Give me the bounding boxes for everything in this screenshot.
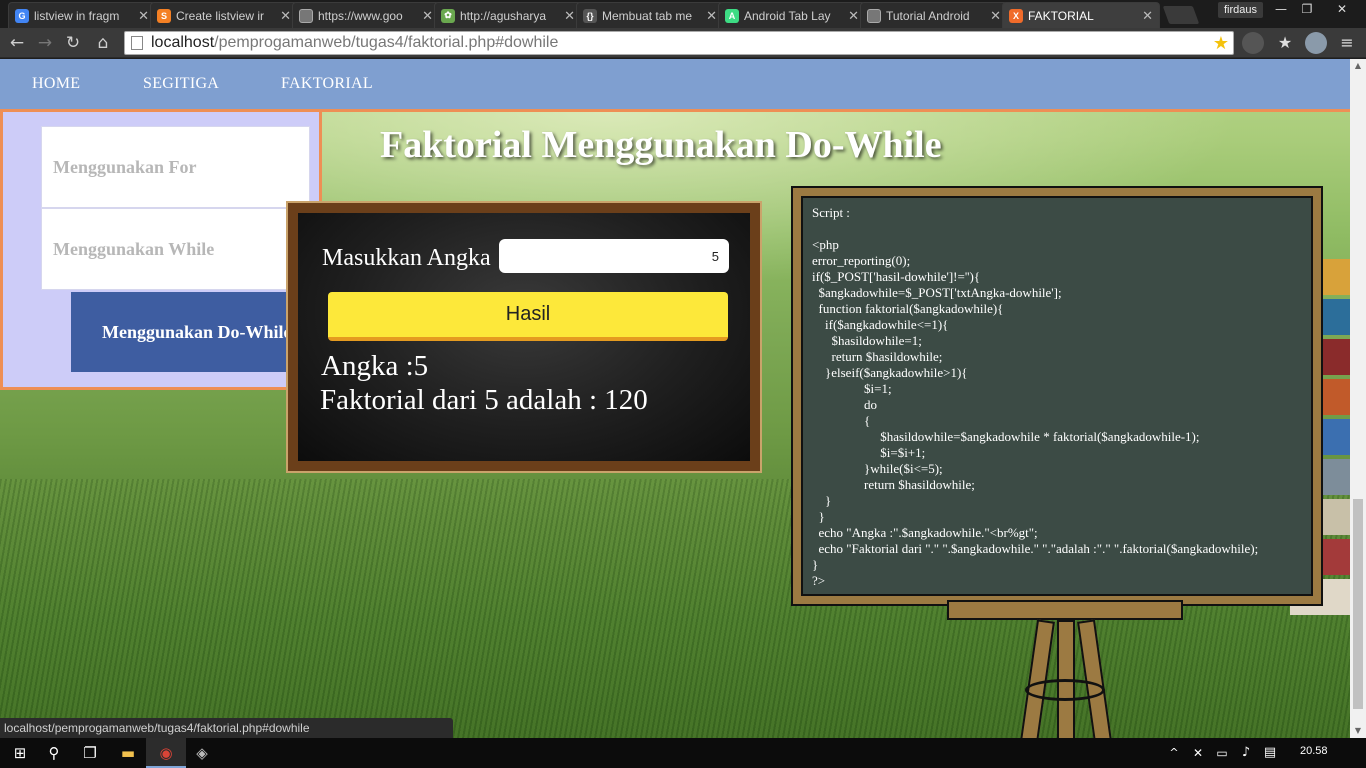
close-tab-icon[interactable]: ✕ — [138, 8, 149, 24]
page-viewport: HOME SEGITIGA FAKTORIAL Menggunakan For … — [0, 59, 1350, 738]
close-tab-icon[interactable]: ✕ — [1142, 8, 1153, 24]
new-tab-button[interactable] — [1162, 6, 1200, 24]
network-icon[interactable]: ✕ — [1186, 742, 1210, 764]
source-code: Script : <php error_reporting(0); if($_P… — [812, 205, 1259, 588]
browser-tab[interactable]: ✿ http://agusharya ✕ — [434, 2, 582, 28]
close-tab-icon[interactable]: ✕ — [848, 8, 859, 24]
browser-tab[interactable]: https://www.goo ✕ — [292, 2, 440, 28]
nav-faktorial[interactable]: FAKTORIAL — [281, 75, 373, 93]
easel-ledge — [947, 600, 1183, 620]
hasil-button[interactable]: Hasil — [328, 292, 728, 341]
task-view-icon[interactable]: ❐ — [78, 742, 102, 764]
close-tab-icon[interactable]: ✕ — [422, 8, 433, 24]
profile-name[interactable]: firdaus — [1218, 2, 1264, 18]
forward-icon[interactable]: → — [34, 32, 56, 54]
nav-segitiga[interactable]: SEGITIGA — [143, 75, 219, 93]
menu-item-dowhile[interactable]: Menggunakan Do-While — [71, 292, 309, 372]
url-path: /pemprogamanweb/tugas4/faktorial.php#dow… — [214, 34, 559, 51]
number-input[interactable] — [499, 239, 729, 273]
menu-item-label: Menggunakan Do-While — [102, 321, 292, 342]
minimize-icon[interactable]: — — [1268, 0, 1294, 20]
top-navbar: HOME SEGITIGA FAKTORIAL — [0, 59, 1350, 112]
windows-taskbar: ⊞ ⚲ ❐ ▬ ◉ ◈ ^ ✕ ▭ ♪ ▤ 20.58 — [0, 738, 1366, 768]
nav-home[interactable]: HOME — [32, 75, 80, 93]
link-status-bar: localhost/pemprogamanweb/tugas4/faktoria… — [0, 718, 453, 738]
result-faktorial: Faktorial dari 5 adalah : 120 — [320, 384, 648, 416]
browser-tab-strip: G listview in fragm ✕ S Create listview … — [0, 0, 1366, 28]
tab-title: https://www.goo — [318, 8, 403, 23]
result-angka: Angka :5 — [321, 350, 429, 382]
menu-item-while[interactable]: Menggunakan While — [41, 208, 310, 290]
stackoverflow-icon: S — [157, 8, 171, 23]
extension-icon[interactable] — [1242, 32, 1264, 54]
browser-tab[interactable]: {} Membuat tab me ✕ — [576, 2, 724, 28]
input-label: Masukkan Angka — [322, 245, 491, 271]
menu-item-label: Menggunakan While — [53, 238, 215, 259]
browser-tab[interactable]: S Create listview ir ✕ — [150, 2, 298, 28]
menu-icon[interactable]: ≡ — [1336, 32, 1358, 54]
page-title: Faktorial Menggunakan Do-While — [380, 124, 942, 166]
browser-tab[interactable]: G listview in fragm ✕ — [8, 2, 156, 28]
scroll-thumb[interactable] — [1353, 499, 1363, 709]
menu-item-label: Menggunakan For — [53, 156, 197, 177]
menu-item-for[interactable]: Menggunakan For — [41, 126, 310, 208]
notification-icon[interactable]: ▤ — [1258, 742, 1282, 764]
browser-toolbar: ← → ↻ ⌂ localhost/pemprogamanweb/tugas4/… — [0, 28, 1366, 58]
page-icon — [131, 36, 143, 50]
back-icon[interactable]: ← — [6, 32, 28, 54]
tab-title: Membuat tab me — [602, 8, 693, 23]
home-icon[interactable]: ⌂ — [92, 32, 114, 54]
google-icon: G — [15, 8, 29, 23]
restore-icon[interactable]: ❐ — [1294, 0, 1320, 20]
tab-title: Create listview ir — [176, 8, 265, 23]
reload-icon[interactable]: ↻ — [62, 32, 84, 54]
close-tab-icon[interactable]: ✕ — [280, 8, 291, 24]
gear-icon: ✿ — [441, 8, 455, 23]
tab-title: Tutorial Android — [886, 8, 970, 23]
tab-title: Android Tab Lay — [744, 8, 831, 23]
bookmark-star-icon[interactable]: ★ — [1213, 32, 1229, 54]
clock[interactable]: 20.58 — [1300, 745, 1328, 757]
chevron-up-icon[interactable]: ^ — [1162, 742, 1186, 764]
easel-ring — [1025, 679, 1105, 701]
windows-start-icon[interactable]: ⊞ — [8, 742, 32, 764]
tab-title: http://agusharya — [460, 8, 547, 23]
page-icon — [299, 8, 313, 23]
page-scrollbar[interactable]: ▲ ▼ — [1350, 59, 1366, 738]
side-menu: Menggunakan For Menggunakan While Menggu… — [0, 112, 322, 390]
page-icon — [867, 8, 881, 23]
android-icon: A — [725, 8, 739, 23]
search-icon[interactable]: ⚲ — [42, 742, 66, 764]
file-explorer-icon[interactable]: ▬ — [116, 742, 140, 764]
browser-tab-active[interactable]: X FAKTORIAL ✕ — [1002, 2, 1160, 28]
scroll-down-icon[interactable]: ▼ — [1350, 724, 1366, 738]
app-icon[interactable]: ◈ — [190, 742, 214, 764]
volume-icon[interactable]: ♪ — [1234, 742, 1258, 764]
close-tab-icon[interactable]: ✕ — [564, 8, 575, 24]
scroll-up-icon[interactable]: ▲ — [1350, 59, 1366, 73]
battery-icon[interactable]: ▭ — [1210, 742, 1234, 764]
close-window-icon[interactable]: ✕ — [1322, 0, 1362, 20]
browser-tab[interactable]: Tutorial Android ✕ — [860, 2, 1008, 28]
blog-icon: {} — [583, 8, 597, 23]
star-extension-icon[interactable]: ★ — [1274, 32, 1296, 54]
tab-title: listview in fragm — [34, 8, 120, 23]
browser-tab[interactable]: A Android Tab Lay ✕ — [718, 2, 866, 28]
url-host: localhost — [151, 34, 215, 51]
close-tab-icon[interactable]: ✕ — [990, 8, 1001, 24]
tab-title: FAKTORIAL — [1028, 8, 1094, 23]
close-tab-icon[interactable]: ✕ — [706, 8, 717, 24]
globe-extension-icon[interactable] — [1305, 32, 1327, 54]
xampp-icon: X — [1009, 8, 1023, 23]
address-bar[interactable]: localhost/pemprogamanweb/tugas4/faktoria… — [124, 31, 1234, 55]
chrome-icon[interactable]: ◉ — [154, 742, 178, 764]
